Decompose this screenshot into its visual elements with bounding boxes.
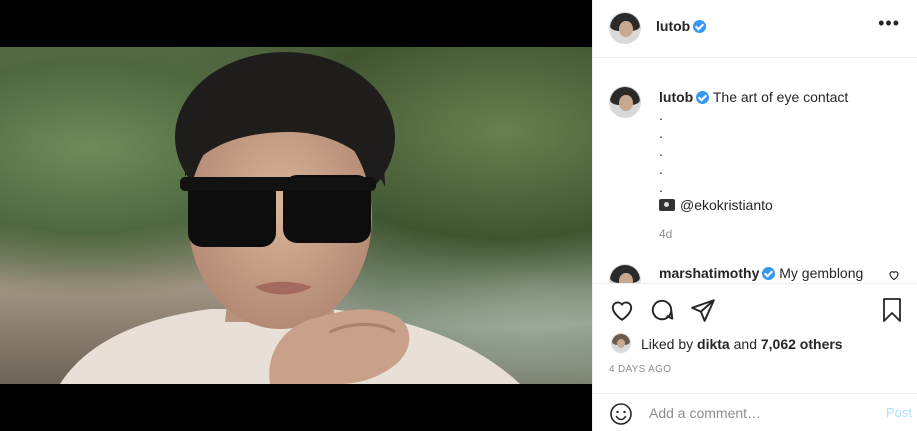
liker-avatar[interactable] — [611, 333, 631, 353]
caption-body: lutob The art of eye contact . . . . . @… — [659, 88, 904, 214]
likes-text: Liked by dikta and 7,062 others — [641, 336, 843, 352]
photo-credit: @ekokristianto — [659, 196, 904, 214]
share-paper-plane-icon[interactable] — [690, 297, 716, 323]
credit-handle-link[interactable]: @ekokristianto — [680, 197, 773, 213]
add-comment-input[interactable] — [649, 402, 859, 424]
liker-username-link[interactable]: dikta — [697, 336, 730, 352]
save-bookmark-icon[interactable] — [880, 297, 904, 323]
post-header: lutob ••• — [593, 0, 917, 58]
verified-badge-icon — [762, 267, 776, 280]
header-username-link[interactable]: lutob — [656, 18, 707, 34]
add-comment-bar: Post — [593, 393, 917, 431]
likes-joiner: and — [733, 336, 757, 352]
comment-username[interactable]: marshatimothy — [659, 265, 759, 281]
post-sidebar: lutob ••• lutob The art of eye contact .… — [592, 0, 917, 431]
caption-dot: . — [659, 179, 663, 195]
likes-prefix: Liked by — [641, 336, 694, 352]
caption-timestamp[interactable]: 4d — [659, 227, 672, 241]
avatar[interactable] — [609, 12, 641, 44]
post-media — [0, 0, 592, 431]
avatar[interactable] — [609, 264, 641, 283]
caption-username[interactable]: lutob — [659, 89, 693, 105]
like-heart-icon[interactable] — [609, 297, 635, 323]
likes-others-link[interactable]: 7,062 others — [761, 336, 843, 352]
comment-text: My gemblong — [779, 265, 864, 281]
post-timestamp[interactable]: 4 DAYS AGO — [609, 364, 671, 375]
caption-text: The art of eye contact — [712, 89, 849, 105]
verified-badge-icon — [696, 91, 710, 104]
emoji-smile-icon[interactable] — [609, 402, 633, 426]
caption-dot: . — [659, 161, 663, 177]
caption-dot: . — [659, 143, 663, 159]
portrait-illustration — [60, 52, 520, 384]
post-comment-button[interactable]: Post — [886, 405, 912, 420]
instagram-post: lutob ••• lutob The art of eye contact .… — [0, 0, 917, 431]
verified-badge-icon — [693, 20, 707, 33]
more-options-icon[interactable]: ••• — [878, 14, 900, 32]
comment-bubble-icon[interactable] — [649, 297, 675, 323]
post-actions: Liked by dikta and 7,062 others 4 DAYS A… — [593, 283, 917, 393]
caption-dot: . — [659, 125, 663, 141]
comment-body: marshatimothy My gemblong — [659, 265, 863, 281]
caption-dot: . — [659, 107, 663, 123]
post-photo[interactable] — [0, 47, 592, 384]
header-username[interactable]: lutob — [656, 18, 690, 34]
avatar[interactable] — [609, 86, 641, 118]
like-comment-heart-icon[interactable] — [888, 269, 900, 281]
comments-list[interactable]: lutob The art of eye contact . . . . . @… — [593, 59, 917, 283]
camera-icon — [659, 199, 675, 211]
